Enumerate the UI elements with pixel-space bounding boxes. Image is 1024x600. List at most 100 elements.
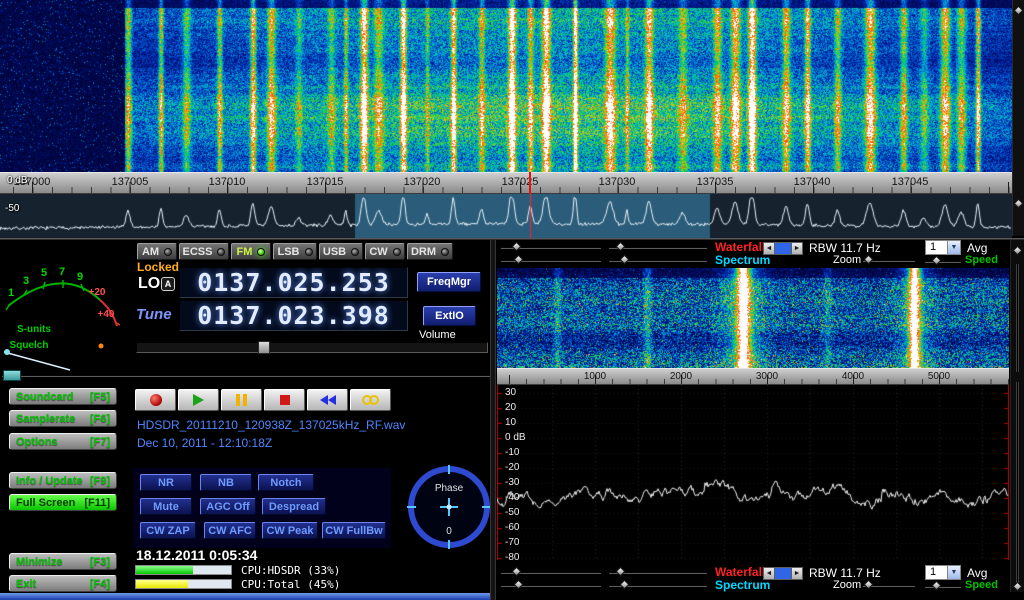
button-hotkey: [F7] bbox=[90, 436, 110, 448]
cw-zap-button[interactable]: CW ZAP bbox=[140, 522, 196, 539]
mode-button-lsb[interactable]: LSB bbox=[273, 243, 317, 260]
af-db-label: -10 bbox=[505, 447, 519, 458]
pause-button[interactable] bbox=[221, 389, 262, 411]
zoom-left-arrow-icon[interactable]: ◄ bbox=[763, 242, 775, 255]
avg-dropdown[interactable]: 1 ▼ bbox=[925, 240, 961, 255]
options-button[interactable]: Options [F7] bbox=[9, 433, 117, 450]
minimize-button[interactable]: Minimize [F3] bbox=[9, 553, 117, 570]
button-hotkey: [F5] bbox=[90, 391, 110, 403]
exit-button[interactable]: Exit [F4] bbox=[9, 575, 117, 592]
lo-frequency-display[interactable]: 0137.025.253 bbox=[179, 267, 408, 298]
speed-label: Speed bbox=[965, 254, 998, 266]
phase-value: 0 bbox=[446, 526, 452, 537]
mode-button-usb[interactable]: USB bbox=[319, 243, 363, 260]
freq-scale-label: 137020 bbox=[404, 176, 441, 188]
avg-dropdown[interactable]: 1 ▼ bbox=[925, 565, 961, 580]
cw-fullbw-button[interactable]: CW FullBw bbox=[322, 522, 386, 539]
rf-spectrum-display[interactable] bbox=[0, 194, 1012, 238]
zoom-right-arrow-icon[interactable]: ► bbox=[791, 567, 803, 580]
af-frequency-scale[interactable]: 1000 2000 3000 4000 5000 bbox=[497, 368, 1009, 385]
dropdown-arrow-icon[interactable]: ▼ bbox=[947, 566, 960, 579]
rf-waterfall-scrollbar-thumb[interactable] bbox=[1014, 6, 1024, 16]
mode-button-am[interactable]: AM bbox=[137, 243, 177, 260]
nb-button[interactable]: NB bbox=[200, 474, 252, 491]
af-freq-label: 5000 bbox=[928, 371, 950, 382]
spectrum-contrast-thumb[interactable] bbox=[620, 580, 630, 590]
af-waterfall-scrollbar-thumb[interactable] bbox=[1013, 246, 1023, 256]
mode-led-icon bbox=[393, 248, 401, 256]
mode-button-cw[interactable]: CW bbox=[365, 243, 405, 260]
play-button[interactable] bbox=[178, 389, 219, 411]
speed-slider-thumb[interactable] bbox=[932, 256, 942, 266]
panel-splitter[interactable] bbox=[490, 240, 496, 600]
freq-scale-label: 137035 bbox=[697, 176, 734, 188]
af-spectrum-display[interactable] bbox=[497, 385, 1009, 560]
vfo-a-badge[interactable]: A bbox=[161, 277, 175, 291]
freq-scale-label: 137015 bbox=[307, 176, 344, 188]
af-top-controls: Waterfall Spectrum ◄ ► RBW 11.7 Hz Zoom … bbox=[497, 240, 1024, 267]
soundcard-button[interactable]: Soundcard [F5] bbox=[9, 388, 117, 405]
samplerate-button[interactable]: Samplerate [F6] bbox=[9, 410, 117, 427]
tune-frequency-display[interactable]: 0137.023.398 bbox=[179, 300, 408, 331]
playback-progress-bar[interactable] bbox=[0, 593, 490, 600]
zoom-slider-thumb[interactable] bbox=[864, 255, 874, 265]
speed-label: Speed bbox=[965, 579, 998, 591]
zoom-scrollbar[interactable]: ◄ ► bbox=[763, 567, 803, 580]
smeter-scale-label: 9 bbox=[77, 271, 83, 283]
mode-button-drm[interactable]: DRM bbox=[407, 243, 453, 260]
loop-button[interactable] bbox=[350, 389, 391, 411]
button-label: Exit bbox=[16, 578, 36, 590]
af-waterfall-display[interactable] bbox=[497, 268, 1009, 368]
extio-button[interactable]: ExtIO bbox=[423, 306, 476, 326]
spectrum-brightness-thumb[interactable] bbox=[514, 255, 524, 265]
rbw-label: RBW 11.7 Hz bbox=[809, 566, 881, 580]
volume-slider-track[interactable] bbox=[136, 342, 488, 353]
nr-button[interactable]: NR bbox=[140, 474, 192, 491]
tune-cursor bbox=[529, 172, 531, 194]
cw-afc-button[interactable]: CW AFC bbox=[204, 522, 256, 539]
spectrum-contrast-thumb[interactable] bbox=[620, 255, 630, 265]
rf-waterfall-display[interactable] bbox=[0, 0, 1012, 172]
squelch-slider-thumb[interactable] bbox=[3, 370, 21, 381]
spectrum-brightness-thumb[interactable] bbox=[514, 580, 524, 590]
squelch-slider-track[interactable] bbox=[2, 374, 490, 377]
info-update-button[interactable]: Info / Update [F9] bbox=[9, 472, 117, 489]
smeter-scale-label: 1 bbox=[8, 287, 14, 299]
smeter-needle bbox=[4, 352, 70, 370]
waterfall-brightness-thumb[interactable] bbox=[512, 242, 522, 252]
speed-slider-thumb[interactable] bbox=[932, 581, 942, 591]
zoom-scrollbar[interactable]: ◄ ► bbox=[763, 242, 803, 255]
rewind-button[interactable] bbox=[307, 389, 348, 411]
waterfall-contrast-thumb[interactable] bbox=[616, 242, 626, 252]
despread-button[interactable]: Despread bbox=[262, 498, 326, 515]
record-button[interactable] bbox=[135, 389, 176, 411]
notch-button[interactable]: Notch bbox=[258, 474, 314, 491]
dropdown-arrow-icon[interactable]: ▼ bbox=[947, 241, 960, 254]
speed-slider-track[interactable] bbox=[925, 260, 961, 263]
agc-button[interactable]: AGC Off bbox=[200, 498, 256, 515]
zoom-slider-thumb[interactable] bbox=[864, 580, 874, 590]
avg-dropdown-value: 1 bbox=[926, 241, 947, 254]
rf-frequency-scale[interactable]: 137000 137005 137010 137015 137020 13702… bbox=[0, 172, 1012, 194]
cpu-total-meter bbox=[135, 579, 232, 589]
waterfall-brightness-thumb[interactable] bbox=[512, 567, 522, 577]
volume-slider-thumb[interactable] bbox=[258, 341, 270, 354]
zoom-scrollbar-thumb[interactable] bbox=[775, 567, 791, 580]
smeter-needle-tip bbox=[4, 349, 10, 355]
fullscreen-button[interactable]: Full Screen [F11] bbox=[9, 494, 117, 511]
mode-button-ecss[interactable]: ECSS bbox=[179, 243, 229, 260]
zoom-right-arrow-icon[interactable]: ► bbox=[791, 242, 803, 255]
rf-spectrum-scrollbar-thumb[interactable] bbox=[1014, 199, 1024, 209]
rf-right-rail[interactable] bbox=[1012, 0, 1024, 236]
cw-peak-button[interactable]: CW Peak bbox=[262, 522, 318, 539]
stop-button[interactable] bbox=[264, 389, 305, 411]
mode-button-fm[interactable]: FM bbox=[231, 243, 271, 260]
mute-button[interactable]: Mute bbox=[140, 498, 192, 515]
locked-label: Locked bbox=[137, 260, 179, 274]
af-right-rail[interactable] bbox=[1010, 240, 1024, 592]
speed-slider-track[interactable] bbox=[925, 585, 961, 588]
freqmgr-button[interactable]: FreqMgr bbox=[417, 272, 481, 292]
zoom-scrollbar-thumb[interactable] bbox=[775, 242, 791, 255]
waterfall-contrast-thumb[interactable] bbox=[616, 567, 626, 577]
zoom-left-arrow-icon[interactable]: ◄ bbox=[763, 567, 775, 580]
